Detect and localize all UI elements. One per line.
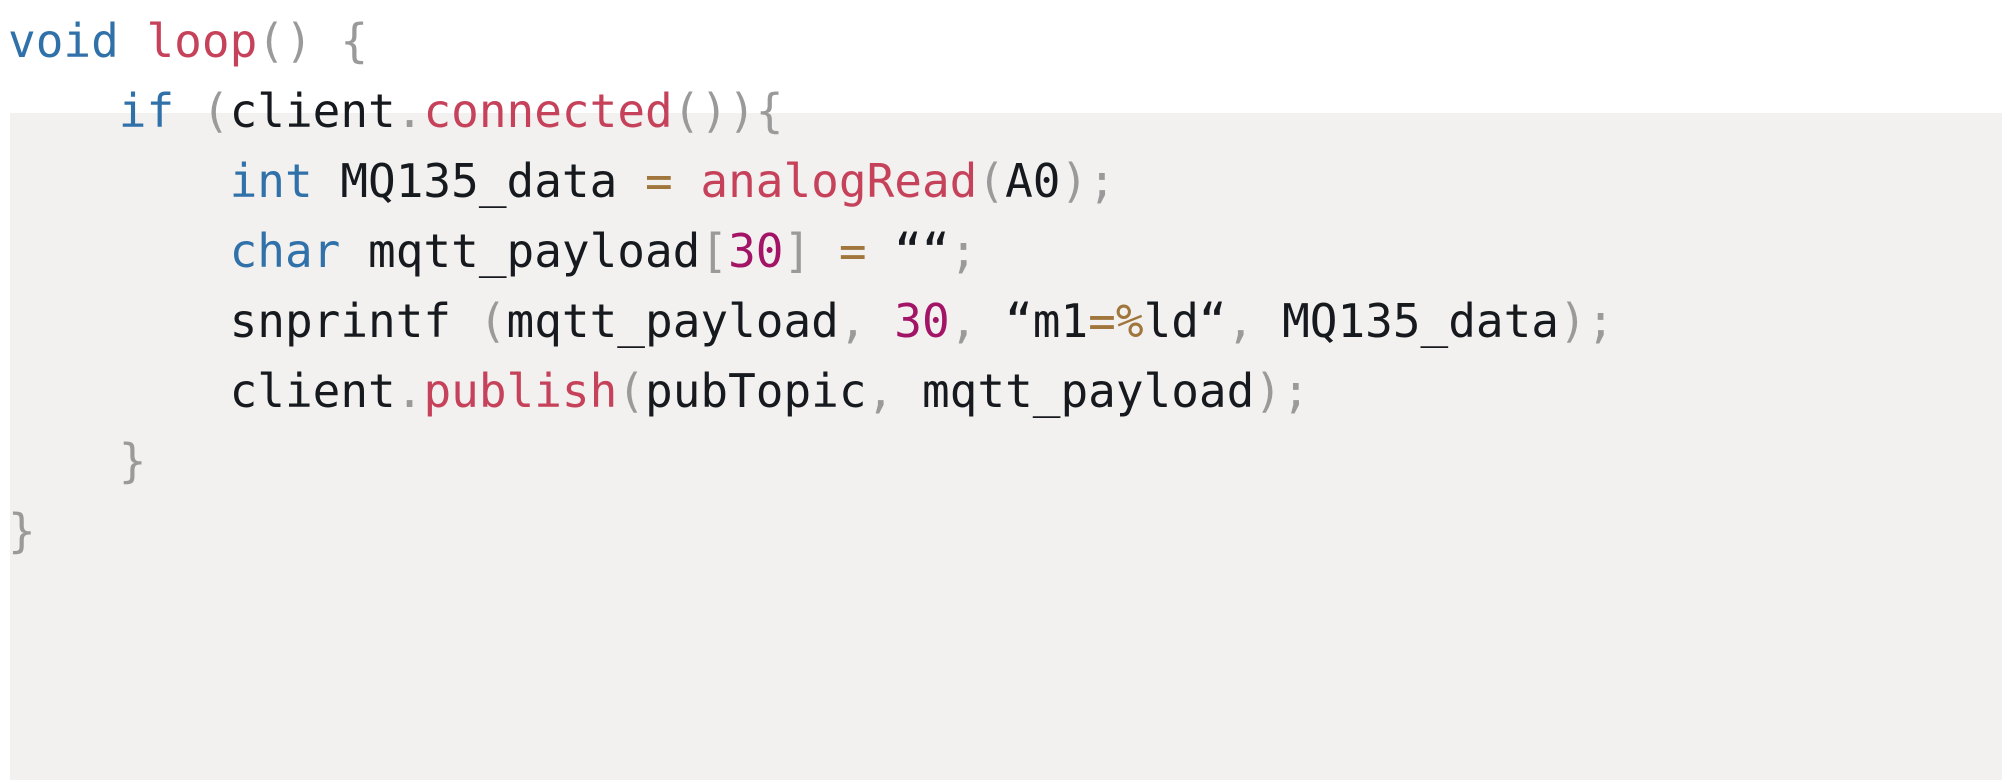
code-token: { (340, 14, 369, 68)
code-token: client (229, 364, 396, 418)
code-line: char mqtt_payload[30] = ““; (0, 216, 2002, 286)
code-token: = (838, 224, 867, 278)
code-line: int MQ135_data = analogRead(A0); (0, 146, 2002, 216)
code-snippet-figure: void loop() { if (client.connected()){ i… (0, 0, 2002, 780)
code-token: “m1 (1005, 294, 1089, 348)
code-token: mqtt_payload (921, 364, 1255, 418)
code-token: char (229, 224, 341, 278)
code-token: , (949, 294, 978, 348)
code-token: . (395, 84, 424, 138)
code-token: analogRead (700, 154, 978, 208)
code-token: ( (201, 84, 230, 138)
code-token: connected (423, 84, 673, 138)
code-token: ); (1559, 294, 1615, 348)
code-block: void loop() { if (client.connected()){ i… (0, 0, 2002, 566)
code-token: void (8, 14, 119, 68)
code-line: } (0, 426, 2002, 496)
code-token: . (395, 364, 424, 418)
code-token: ( (478, 294, 507, 348)
code-token: ( (977, 154, 1006, 208)
code-token: snprintf (229, 294, 452, 348)
code-token: ] (783, 224, 812, 278)
code-token: MQ135_data (1282, 294, 1560, 348)
code-token: } (8, 504, 36, 558)
code-token: , (866, 364, 895, 418)
code-token: client (229, 84, 396, 138)
code-line: void loop() { (0, 6, 2002, 76)
code-line: } (0, 496, 2002, 566)
code-token: =% (1088, 294, 1144, 348)
code-token: ); (1060, 154, 1116, 208)
code-token: ““ (894, 224, 950, 278)
code-token: mqtt_payload (506, 294, 839, 348)
code-token: pubTopic (645, 364, 867, 418)
code-token: mqtt_payload (340, 224, 701, 278)
code-token: 30 (894, 294, 950, 348)
code-line: snprintf (mqtt_payload, 30, “m1=%ld“, MQ… (0, 286, 2002, 356)
code-token: 30 (728, 224, 784, 278)
code-token: ( (617, 364, 646, 418)
code-token: ); (1254, 364, 1310, 418)
code-token: MQ135_data (312, 154, 645, 208)
code-token: loop (146, 14, 258, 68)
code-token: , (838, 294, 867, 348)
code-token: if (118, 84, 175, 138)
code-token: A0 (1005, 154, 1061, 208)
code-token: } (118, 434, 147, 488)
code-token: () (257, 14, 313, 68)
code-token: ()){ (672, 84, 784, 138)
code-token: , (1226, 294, 1255, 348)
code-token: = (645, 154, 673, 208)
code-token: ; (949, 224, 978, 278)
code-token: ld“ (1143, 294, 1227, 348)
code-line: client.publish(pubTopic, mqtt_payload); (0, 356, 2002, 426)
code-token: int (229, 154, 313, 208)
code-token: [ (700, 224, 729, 278)
code-token: publish (423, 364, 618, 418)
code-line: if (client.connected()){ (0, 76, 2002, 146)
